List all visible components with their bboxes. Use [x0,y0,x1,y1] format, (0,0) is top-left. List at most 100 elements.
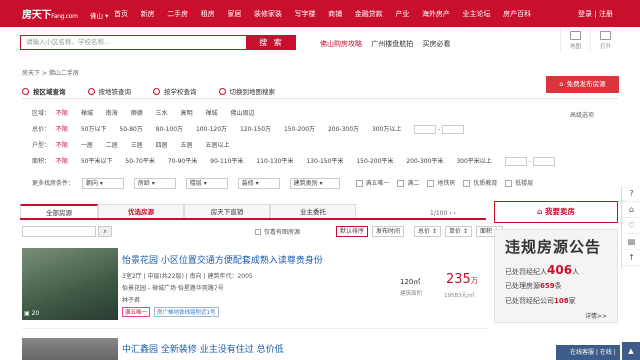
tab-direct-sale[interactable]: 房天下直销 [184,204,270,218]
tab-preferred[interactable]: 优选房源 [98,204,184,218]
filter-option[interactable]: 五居 [181,142,193,149]
advanced-options[interactable]: 高级选项 [570,110,594,119]
filter-option[interactable]: 70-90平米 [168,158,197,165]
chevron-up-icon[interactable]: ▲ [622,342,640,360]
city-selector[interactable]: 佛山 ▾ [90,10,108,20]
filter-option[interactable]: 90-110平米 [210,158,243,165]
tab-map-search[interactable]: 切换到地图搜索 [218,86,275,96]
hot-link-guide[interactable]: 佛山购房攻略 [320,40,362,48]
filter-option[interactable]: 禅城 [206,110,218,117]
filter-option[interactable]: 200-300万 [328,126,359,133]
floor-dropdown[interactable]: 楼层 ▾ [185,178,228,189]
tab-by-area[interactable]: 按区域查询 [22,86,66,96]
checkbox-subway[interactable]: 地铁房 [427,178,455,187]
size-min-input[interactable] [504,157,527,166]
nav-item-finance[interactable]: 金融贷款 [355,9,383,19]
filter-option[interactable]: 110-130平米 [256,158,293,165]
nav-item-rent[interactable]: 租房 [201,9,215,19]
tab-owner-entrust[interactable]: 业主委托 [270,204,356,218]
sell-house-button[interactable]: ⌂ 我要卖房 [494,201,618,223]
listing-title[interactable]: 中汇鑫园 全新装修 业主没有住过 总价低 [122,342,284,355]
search-input[interactable]: 请输入小区名称、学校名称... [20,35,247,50]
nav-item-encyclopedia[interactable]: 房产百科 [503,9,531,19]
nav-item-overseas[interactable]: 海外房产 [422,9,450,19]
search-icon[interactable]: ⌕ [98,226,112,237]
tab-by-subway[interactable]: 按地铁查询 [87,86,131,96]
site-logo[interactable]: 房天下Fang.com [22,6,78,21]
filter-option[interactable]: 不限 [56,158,68,165]
filter-option[interactable]: 300平米以上 [456,158,491,165]
checkbox-education[interactable]: 优质教育 [463,178,497,187]
customer-service-button[interactable]: 在线客服 | 在线 | [556,345,620,360]
filter-option[interactable]: 三水 [156,110,168,117]
price-min-input[interactable] [414,125,437,134]
filter-option[interactable]: 150-200万 [284,126,315,133]
checkbox-man-er[interactable]: 满二 [397,178,420,187]
building-type-dropdown[interactable]: 建筑类别 ▾ [289,178,340,189]
login-link[interactable]: 登录 [578,10,592,18]
publish-listing-button[interactable]: ⌂ 免费发布房源 [546,76,619,93]
size-max-input[interactable] [532,157,555,166]
filter-option[interactable]: 禅城 [81,110,93,117]
listing-title[interactable]: 怡景花园 小区位置交通方便配套成熟入读尊贵身份 [122,253,323,266]
nav-item-home[interactable]: 首页 [114,9,128,19]
hot-link-must-see[interactable]: 买房必看 [422,40,450,48]
filter-option[interactable]: 不限 [56,110,68,117]
nav-item-office[interactable]: 写字楼 [295,9,316,19]
register-link[interactable]: 注册 [599,10,613,18]
filter-option[interactable]: 80-100万 [156,126,183,133]
filter-option[interactable]: 五居以上 [206,142,230,149]
checkbox-low-floor[interactable]: 低楼层 [505,178,533,187]
tab-by-school[interactable]: 按学校查询 [153,86,197,96]
tab-all-listings[interactable]: 全部房源 [20,204,98,218]
filter-option[interactable]: 三居 [131,142,143,149]
page-indicator[interactable]: 1/100 ‹ › [430,210,456,217]
filter-option[interactable]: 南海 [106,110,118,117]
filter-option[interactable]: 120-150万 [240,126,271,133]
nav-item-home-furnishing[interactable]: 家居 [227,9,241,19]
back-to-top-icon[interactable]: ↑ [622,250,640,266]
listing-agent[interactable]: 林子君 [122,295,140,304]
keyword-input[interactable] [22,226,96,237]
help-icon[interactable]: ? [622,186,640,202]
filter-option[interactable]: 50-70平米 [125,158,154,165]
filter-option[interactable]: 顺德 [131,110,143,117]
favorite-icon[interactable]: ♡ [622,218,640,234]
age-dropdown[interactable]: 房龄 ▾ [133,178,176,189]
map-tool[interactable]: 地图 [560,28,590,52]
filter-option[interactable]: 一居 [81,142,93,149]
listing-address[interactable]: 怡景花园 - 禅城广场·怡星路华苑路7号 [122,283,224,292]
filter-option[interactable]: 150-200平米 [356,158,393,165]
filter-option[interactable]: 50万以下 [81,126,107,133]
filter-option[interactable]: 300万以上 [372,126,401,133]
nav-item-decoration[interactable]: 装修家装 [254,9,282,19]
filter-option[interactable]: 200-300平米 [406,158,443,165]
filter-option[interactable]: 不限 [56,126,68,133]
filter-option[interactable]: 50平米以下 [81,158,113,165]
sort-total-button[interactable]: 总价 ↕ [414,226,441,237]
orientation-dropdown[interactable]: 朝向 ▾ [81,178,124,189]
hot-link-aerial[interactable]: 广州楼盘航拍 [371,40,413,48]
breadcrumb[interactable]: 房天下 > 佛山二手房 [22,68,79,77]
sort-unit-button[interactable]: 单价 ↕ [444,226,472,237]
price-max-input[interactable] [442,125,465,134]
photo-only-check[interactable]: 仅看有图房源 [255,227,300,236]
nav-item-new-house[interactable]: 新房 [141,9,155,19]
filter-option[interactable]: 100-120万 [196,126,227,133]
filter-option[interactable]: 50-80万 [119,126,142,133]
nav-item-industry[interactable]: 产业 [395,9,409,19]
filter-option[interactable]: 高明 [181,110,193,117]
filter-option[interactable]: 佛山周边 [230,110,254,117]
list-tool[interactable]: 打开 [590,28,620,52]
filter-option[interactable]: 四居 [156,142,168,149]
nav-item-shops[interactable]: 商铺 [328,9,342,19]
sort-time-button[interactable]: 发布时间 [372,226,405,237]
sort-default-button[interactable]: 默认排序 [336,226,369,237]
search-button[interactable]: 搜 索 [247,35,296,50]
nav-item-second-hand[interactable]: 二手房 [167,9,188,19]
nav-item-forum[interactable]: 业主论坛 [463,9,491,19]
listing-photo[interactable] [22,338,118,360]
filter-option[interactable]: 二居 [106,142,118,149]
filter-option[interactable]: 不限 [56,142,68,149]
decoration-dropdown[interactable]: 装修 ▾ [237,178,280,189]
